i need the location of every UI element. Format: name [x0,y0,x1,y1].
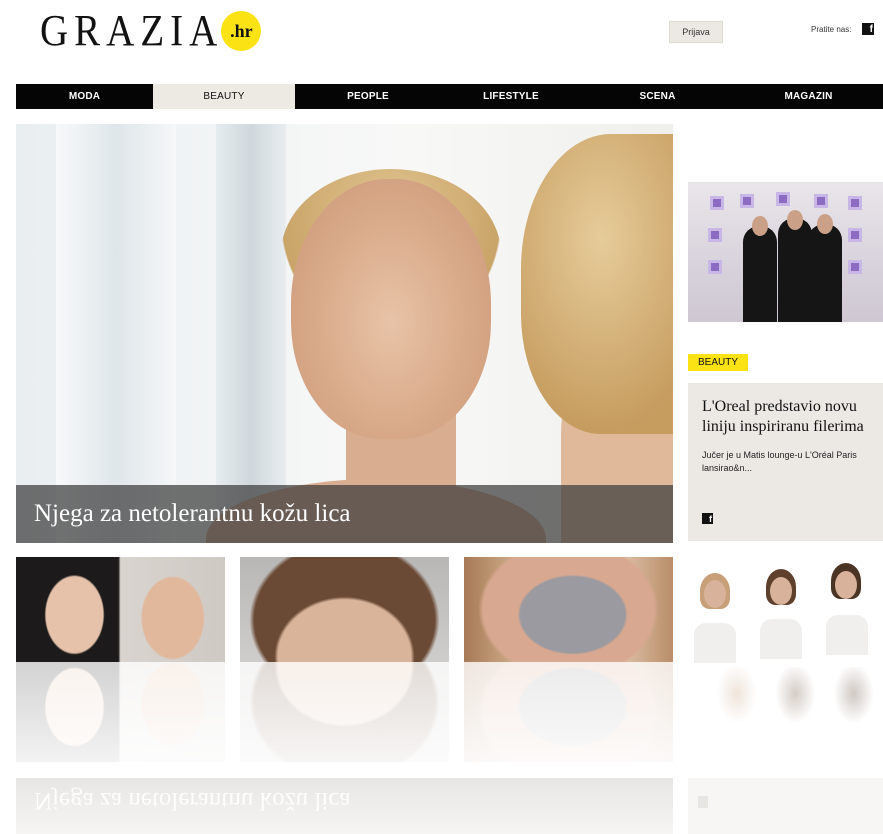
person-face [704,580,726,608]
person-head [817,214,833,234]
hero-title-reflection: Njega za netolerantnu kožu lica [34,787,351,814]
sidebar-article-excerpt: Jučer je u Matis lounge-u L'Oréal Paris … [702,450,857,473]
person-head [752,216,768,236]
shelf-cube [848,260,862,274]
main-nav: MODA BEAUTY PEOPLE LIFESTYLE SCENA MAGAZ… [16,84,883,109]
person-dress [694,623,736,663]
hero-caption: Njega za netolerantnu kožu lica [16,485,673,543]
nav-item-beauty[interactable]: BEAUTY [153,84,295,109]
sidebar-event-photo[interactable] [688,182,883,322]
logo-wordmark: GRAZIA [40,5,224,56]
person-dress [826,615,868,655]
hero-reflection: Njega za netolerantnu kožu lica [16,778,673,834]
person-figure [743,226,777,322]
sidebar-promo-photo[interactable] [688,555,883,755]
site-logo[interactable]: GRAZIA .hr [40,6,262,55]
thumbnail-fade [464,662,673,762]
shelf-cube [814,194,828,208]
shelf-cube [776,192,790,206]
shelf-cube [848,228,862,242]
follow-label: Pratite nas: [811,25,852,34]
thumbnail-image [464,557,673,662]
thumbnail-fade [240,662,449,762]
nav-item-magazin[interactable]: MAGAZIN [734,84,883,109]
nav-item-scena[interactable]: SCENA [581,84,734,109]
thumbnail-image [16,557,225,662]
hero-image-window [216,124,286,543]
faint-icon [698,796,708,808]
shelf-cube [708,260,722,274]
hero-article[interactable]: Njega za netolerantnu kožu lica [16,124,673,543]
shelf-cube [710,196,724,210]
nav-item-people[interactable]: PEOPLE [295,84,441,109]
facebook-share-icon[interactable]: f [702,513,713,524]
shelf-cube [740,194,754,208]
facebook-icon[interactable]: f [862,23,874,35]
article-thumbnail[interactable] [464,557,673,762]
person-figure [808,224,842,322]
person-dress [760,619,802,659]
login-button[interactable]: Prijava [669,21,723,43]
category-tag[interactable]: BEAUTY [688,354,749,371]
nav-item-lifestyle[interactable]: LIFESTYLE [441,84,581,109]
hero-title[interactable]: Njega za netolerantnu kožu lica [34,500,351,528]
sidebar-reflection [688,778,883,834]
hero-image-window [56,124,176,543]
hero-image-reflection-hair [521,134,673,434]
article-thumbnail[interactable] [240,557,449,762]
person-face [835,571,857,599]
shelf-cube [708,228,722,242]
sidebar-article-title[interactable]: L'Oreal predstavio novu liniju inspirira… [702,397,873,437]
person-face [770,577,792,605]
person-head [787,210,803,230]
article-thumbnail[interactable] [16,557,225,762]
photo-reflection [688,667,883,755]
shelf-cube [848,196,862,210]
thumbnail-image [240,557,449,662]
sidebar-article-card[interactable]: L'Oreal predstavio novu liniju inspirira… [688,383,883,541]
hero-image-face [291,179,491,439]
nav-item-moda[interactable]: MODA [16,84,153,109]
thumbnail-fade [16,662,225,762]
logo-badge: .hr [221,11,262,51]
person-figure [778,218,812,322]
